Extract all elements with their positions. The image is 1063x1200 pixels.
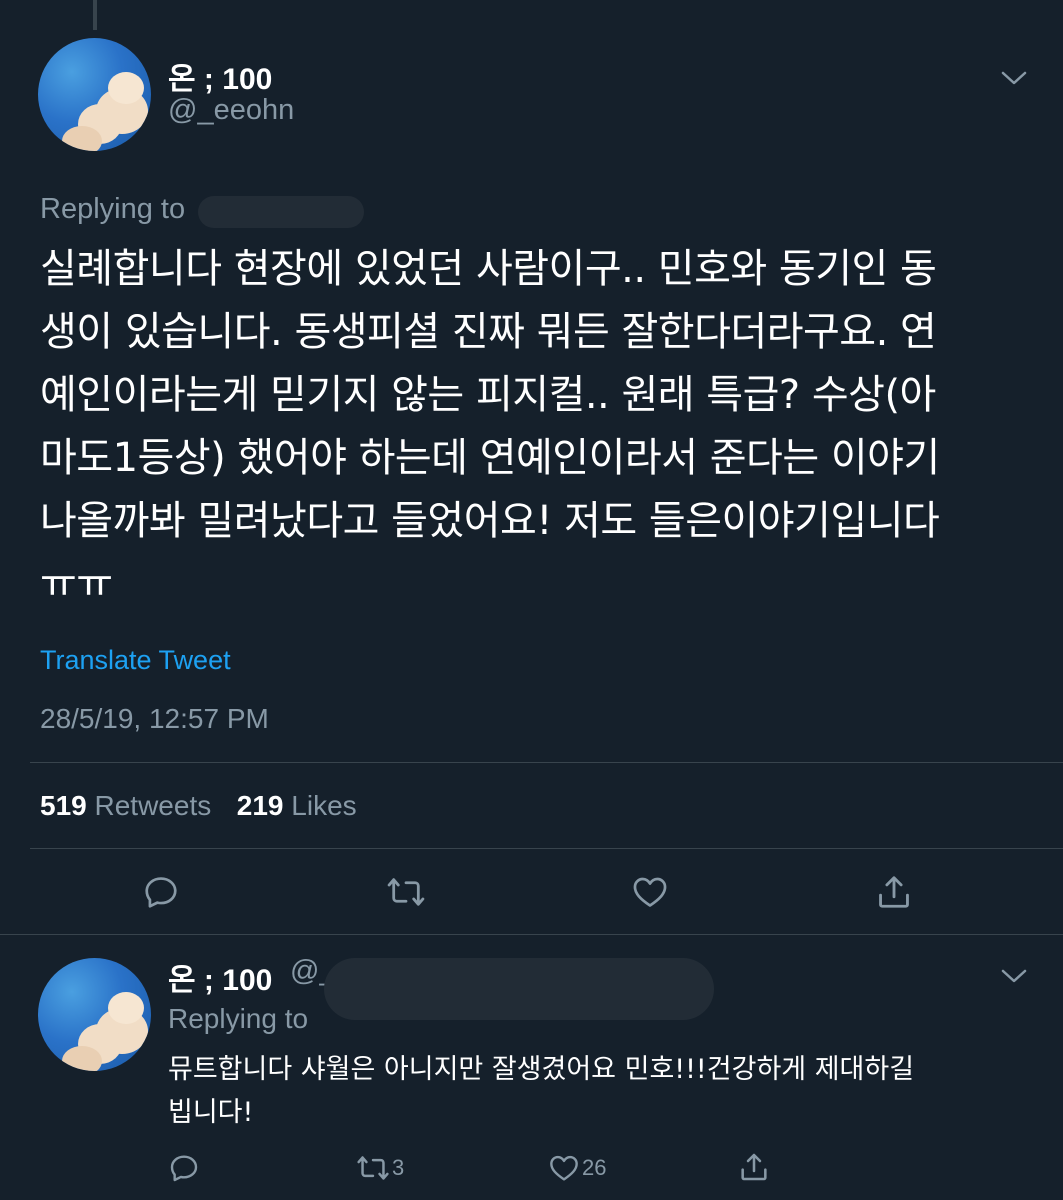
redacted-handle (324, 958, 714, 1020)
timestamp[interactable]: 28/5/19, 12:57 PM (40, 703, 269, 735)
replying-to-label: Replying to (40, 193, 186, 225)
thread-line (93, 0, 97, 30)
retweet-icon (387, 878, 425, 906)
share-button[interactable] (738, 1150, 770, 1184)
like-button[interactable]: 26 (548, 1152, 606, 1184)
share-button[interactable] (875, 872, 913, 912)
reply-button[interactable] (142, 873, 180, 911)
display-name[interactable]: 온 ; 100 (168, 54, 272, 98)
chevron-down-icon[interactable] (999, 966, 1029, 986)
share-icon (741, 1153, 767, 1181)
avatar[interactable] (38, 38, 151, 151)
redacted-handle (198, 196, 364, 228)
retweets-label[interactable]: Retweets (95, 790, 212, 821)
retweet-icon (357, 1156, 389, 1180)
likes-label[interactable]: Likes (291, 790, 356, 821)
retweets-count[interactable]: 519 (40, 790, 87, 821)
like-icon (550, 1155, 578, 1181)
display-name[interactable]: 온 ; 100 (168, 955, 272, 999)
engagement-stats: 519 Retweets 219 Likes (40, 790, 357, 822)
retweet-count: 3 (392, 1155, 405, 1180)
replying-to-label: Replying to (168, 1003, 309, 1034)
share-icon (879, 876, 909, 908)
translate-tweet-link[interactable]: Translate Tweet (40, 645, 231, 676)
retweet-button[interactable] (386, 873, 426, 911)
retweet-button[interactable]: 3 (356, 1152, 404, 1184)
reply-icon (145, 877, 177, 908)
divider (0, 934, 1063, 935)
likes-count[interactable]: 219 (237, 790, 284, 821)
like-icon (633, 877, 667, 907)
handle[interactable]: @_eeohn (168, 94, 294, 127)
reply-tweet-text: 뮤트합니다 샤월은 아니지만 잘생겼어요 민호!!!건강하게 제대하길 빕니다! (168, 1054, 915, 1128)
divider (30, 848, 1063, 849)
like-button[interactable] (630, 873, 670, 911)
reply-button[interactable] (168, 1152, 200, 1184)
chevron-down-icon[interactable] (999, 68, 1029, 88)
like-count: 26 (582, 1155, 607, 1180)
divider (30, 762, 1063, 763)
tweet-text: 실례합니다 현장에 있었던 사람이구.. 민호와 동기인 동 생이 있습니다. … (40, 246, 940, 607)
avatar[interactable] (38, 958, 151, 1071)
reply-icon (170, 1155, 198, 1182)
